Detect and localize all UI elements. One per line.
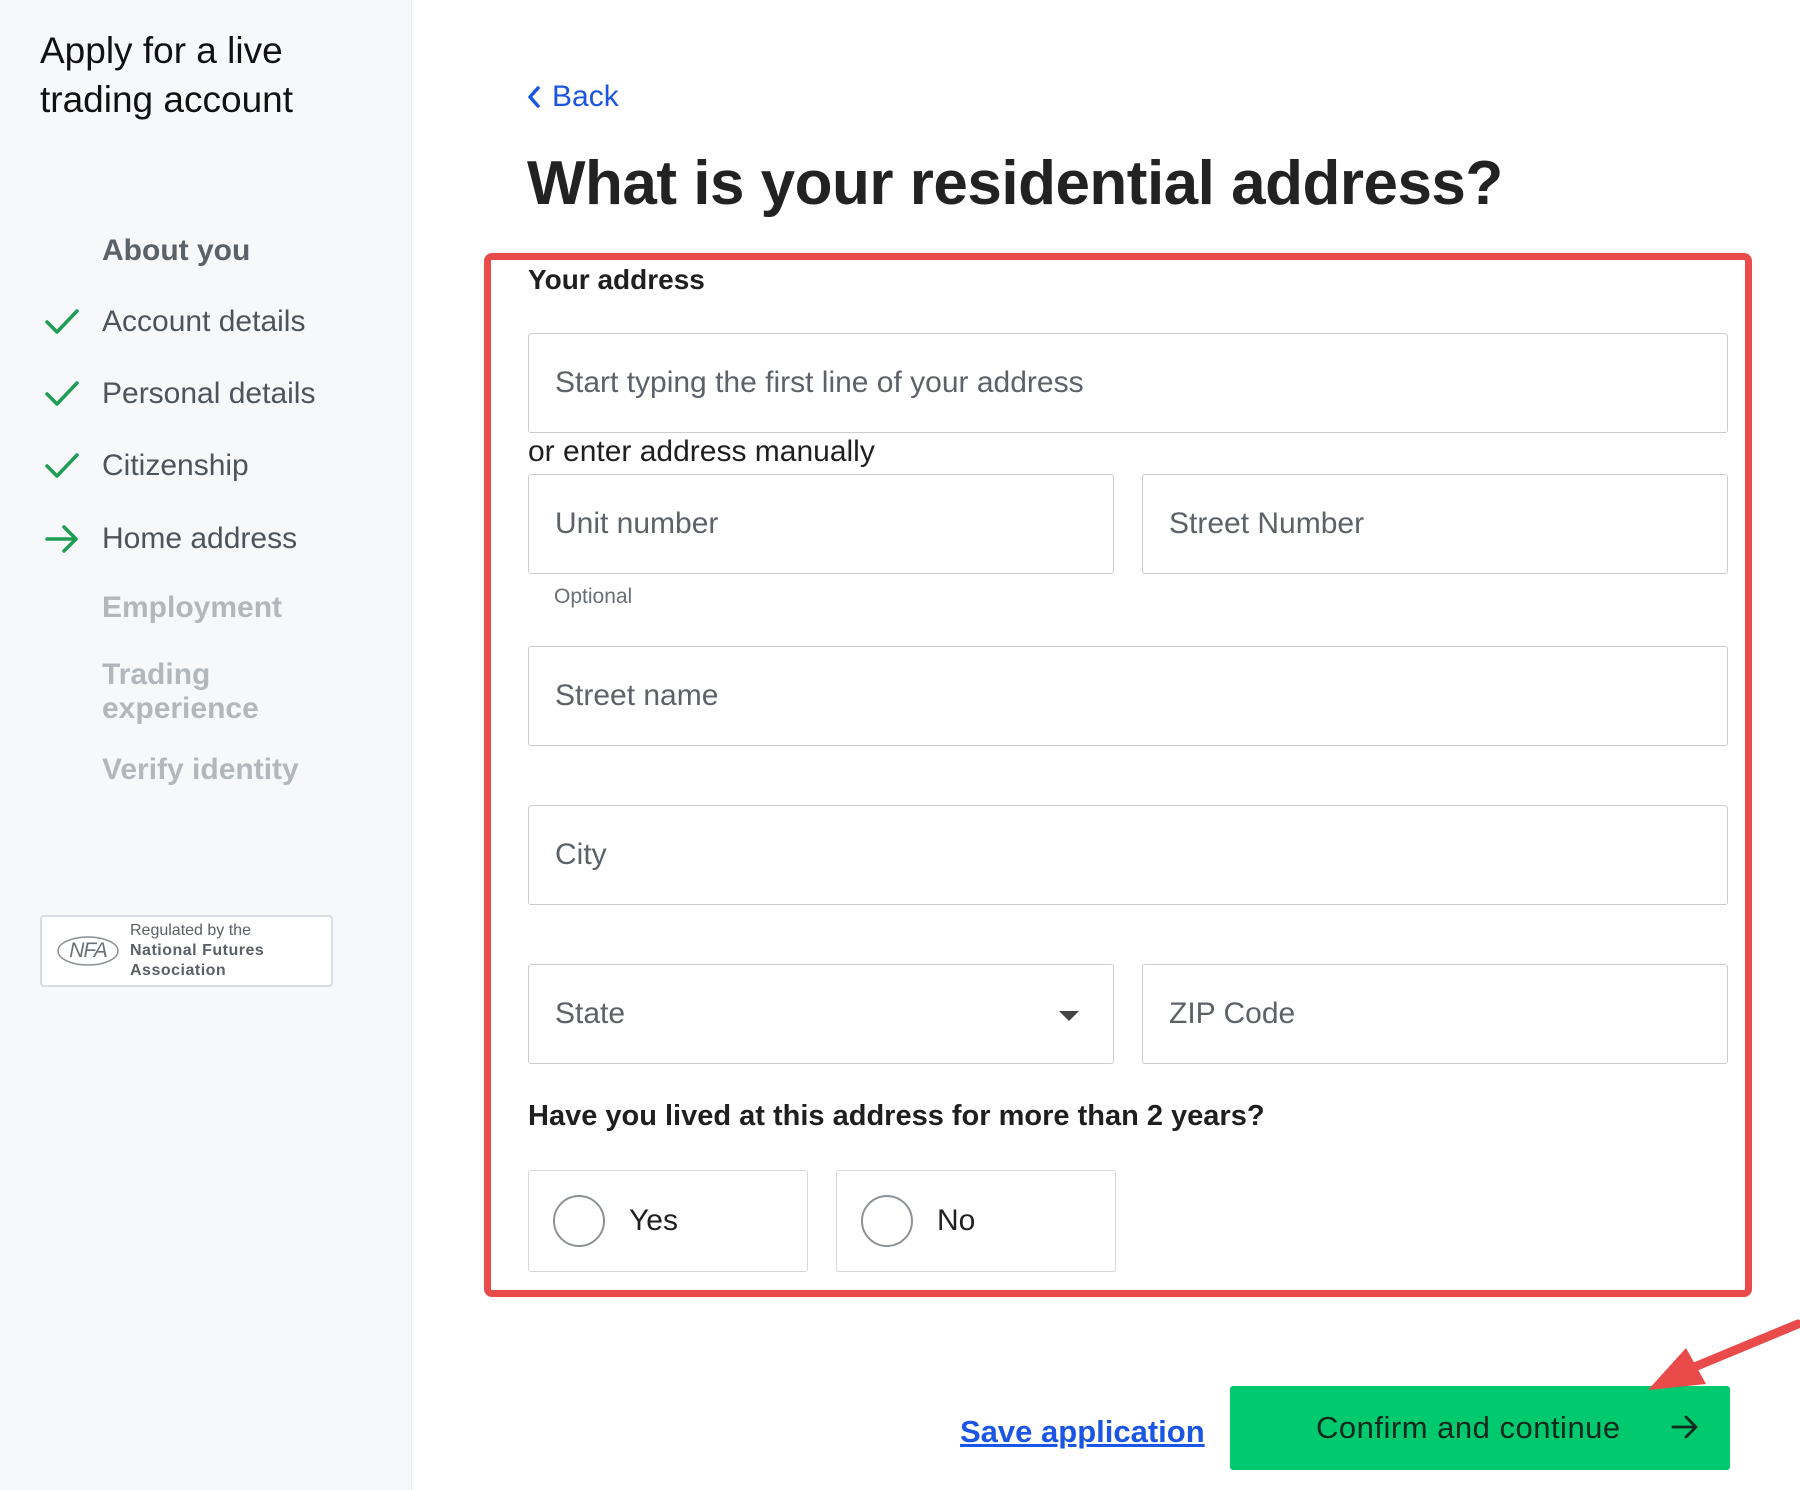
radio-no-label: No <box>937 1204 976 1237</box>
nfa-line3: Association <box>130 962 227 979</box>
step-personal-details: Personal details <box>44 374 384 414</box>
step-label: Account details <box>102 305 306 338</box>
unit-number-hint: Optional <box>554 585 633 608</box>
street-name-placeholder: Street name <box>555 679 719 712</box>
step-verify-identity: Verify identity <box>44 750 384 790</box>
street-name-input[interactable]: Street name <box>528 646 1728 746</box>
step-home-address: Home address <box>44 519 384 559</box>
radio-circle-icon <box>553 1195 605 1247</box>
chevron-down-icon <box>1059 1011 1079 1021</box>
page: Apply for a live trading account About y… <box>0 0 1800 1490</box>
state-placeholder: State <box>555 997 626 1030</box>
radio-yes-label: Yes <box>629 1204 678 1237</box>
chevron-left-icon <box>528 86 540 108</box>
radio-yes[interactable]: Yes <box>528 1170 808 1272</box>
step-trading-experience: Trading experience <box>44 652 304 732</box>
step-label: Citizenship <box>102 449 249 482</box>
sidebar-title: Apply for a live trading account <box>40 30 294 120</box>
address-search-placeholder: Start typing the first line of your addr… <box>555 366 1084 399</box>
back-link[interactable]: Back <box>526 80 619 114</box>
annotation-arrow-icon <box>1648 1319 1800 1390</box>
unit-number-input[interactable]: Unit number <box>528 474 1114 574</box>
page-title: What is your residential address? <box>527 149 1503 218</box>
nfa-line1: Regulated by the <box>130 922 251 939</box>
step-label: Personal details <box>102 377 316 410</box>
nfa-line2: National Futures <box>130 942 265 959</box>
radio-no[interactable]: No <box>836 1170 1116 1272</box>
arrow-right-icon <box>44 519 102 559</box>
check-icon <box>44 446 102 486</box>
nfa-text: Regulated by the National Futures Associ… <box>130 921 264 981</box>
confirm-label: Confirm and continue <box>1316 1410 1621 1445</box>
residence-duration-question: Have you lived at this address for more … <box>528 1100 1265 1132</box>
state-select[interactable]: State <box>528 964 1114 1064</box>
confirm-and-continue-button[interactable]: Confirm and continue <box>1230 1386 1730 1470</box>
radio-circle-icon <box>861 1195 913 1247</box>
city-input[interactable]: City <box>528 805 1728 905</box>
step-label: Home address <box>102 522 298 555</box>
step-citizenship: Citizenship <box>44 446 384 486</box>
city-placeholder: City <box>555 838 607 871</box>
street-number-placeholder: Street Number <box>1169 507 1365 540</box>
arrow-right-icon <box>1671 1415 1698 1439</box>
step-label: Verify identity <box>102 753 299 786</box>
zip-code-input[interactable]: ZIP Code <box>1142 964 1728 1064</box>
address-search-input[interactable]: Start typing the first line of your addr… <box>528 333 1728 433</box>
step-label: Trading experience <box>102 658 259 725</box>
step-label: Employment <box>102 591 283 624</box>
step-employment: Employment <box>44 588 384 628</box>
zip-code-placeholder: ZIP Code <box>1169 997 1296 1030</box>
back-label: Back <box>552 80 619 113</box>
nfa-badge: NFA Regulated by the National Futures As… <box>40 915 333 987</box>
sidebar: Apply for a live trading account About y… <box>0 0 412 1490</box>
save-application-link[interactable]: Save application <box>960 1414 1205 1450</box>
check-icon <box>44 302 102 342</box>
unit-number-placeholder: Unit number <box>555 507 719 540</box>
step-account-details: Account details <box>44 302 384 342</box>
section-label: Your address <box>528 264 705 295</box>
street-number-input[interactable]: Street Number <box>1142 474 1728 574</box>
steps-heading: About you <box>102 234 251 267</box>
manual-entry-text: or enter address manually <box>528 435 875 468</box>
nfa-logo: NFA <box>52 931 124 971</box>
nfa-logo-text: NFA <box>69 939 107 962</box>
check-icon <box>44 374 102 414</box>
